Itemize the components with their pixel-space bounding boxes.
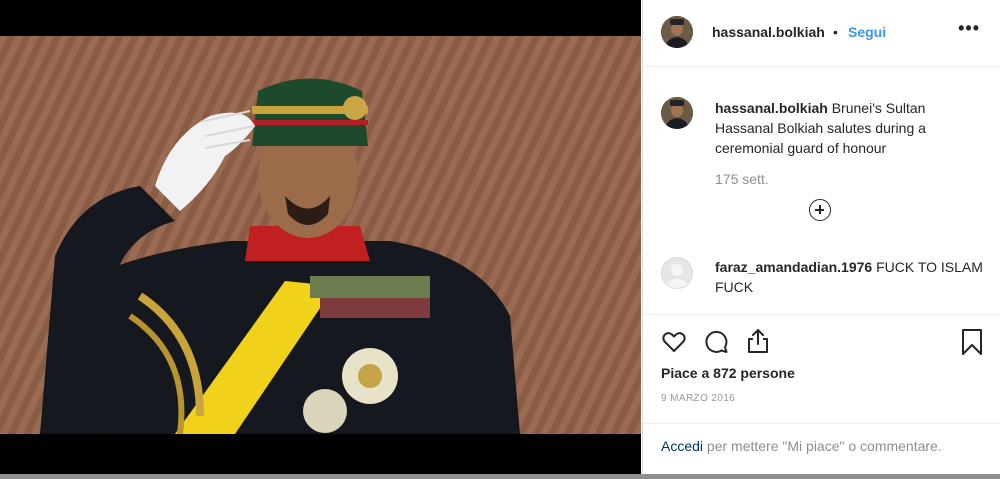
comment-bubble-icon[interactable] [703, 329, 729, 355]
caption-username[interactable]: hassanal.bolkiah [715, 100, 828, 116]
profile-avatar-icon [661, 97, 693, 129]
login-link[interactable]: Accedi [661, 438, 703, 454]
login-prompt-text: per mettere "Mi piace" o commentare. [706, 438, 942, 454]
post-header: hassanal.bolkiah • Segui ••• [643, 0, 1000, 67]
caption-avatar[interactable] [661, 97, 693, 129]
comment-item: faraz_amandadian.1976 FUCK TO ISLAM FUCK [715, 257, 985, 297]
post-side-panel: hassanal.bolkiah • Segui ••• hassanal.bo… [642, 0, 1000, 479]
heart-icon[interactable] [661, 329, 687, 355]
more-options-icon[interactable]: ••• [958, 18, 980, 39]
window-bottom-edge [0, 474, 1000, 479]
post-media [0, 0, 641, 479]
post-caption: hassanal.bolkiah Brunei's Sultan Hassana… [715, 98, 985, 158]
post-date: 9 MARZO 2016 [661, 393, 736, 404]
separator-dot: • [833, 24, 838, 40]
commenter-avatar[interactable] [661, 257, 693, 289]
follow-button[interactable]: Segui [848, 24, 886, 40]
sultan-saluting-photo [40, 78, 520, 434]
default-avatar-icon [665, 264, 689, 288]
profile-avatar-icon [661, 16, 693, 48]
post-photo[interactable] [0, 36, 641, 434]
likes-count[interactable]: Piace a 872 persone [661, 365, 795, 381]
plus-circle-icon[interactable] [809, 199, 831, 221]
post-age: 175 sett. [715, 171, 769, 187]
share-icon[interactable] [745, 327, 771, 355]
bookmark-icon[interactable] [961, 328, 983, 356]
comment-username[interactable]: faraz_amandadian.1976 [715, 259, 872, 275]
avatar[interactable] [661, 16, 693, 48]
login-prompt: Accedi per mettere "Mi piace" o commenta… [643, 423, 1000, 454]
header-username[interactable]: hassanal.bolkiah [712, 24, 825, 40]
post-actions: Piace a 872 persone 9 MARZO 2016 Accedi … [643, 314, 1000, 475]
